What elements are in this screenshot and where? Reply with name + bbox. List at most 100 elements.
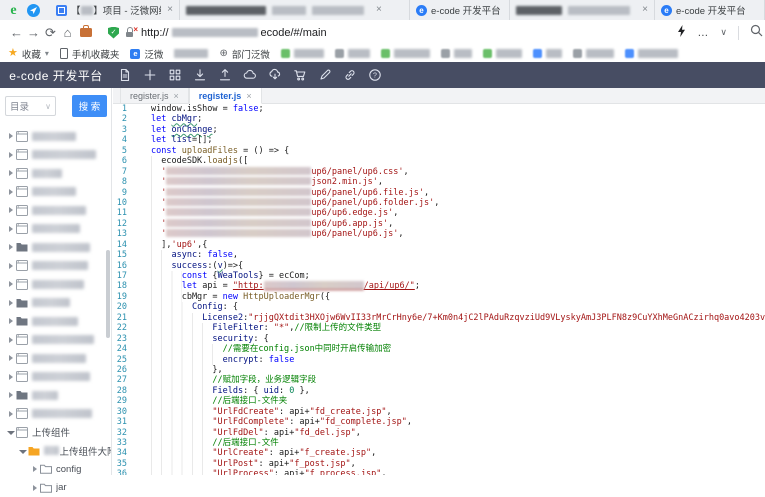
tree-item-named[interactable]: 上传组件大附件	[0, 442, 111, 461]
tree-item[interactable]	[0, 294, 111, 313]
code-line: 1window.isShow = false;	[113, 104, 765, 114]
tree-item[interactable]	[0, 386, 111, 405]
tree-item[interactable]	[0, 183, 111, 202]
help-icon[interactable]: ?	[368, 68, 382, 82]
import-icon[interactable]	[193, 68, 207, 82]
forward-icon[interactable]: →	[25, 21, 42, 45]
lightning-icon[interactable]	[677, 24, 686, 42]
directory-select[interactable]: 目录 ∨	[5, 96, 56, 116]
tree-item[interactable]	[0, 331, 111, 350]
code-area[interactable]: 1window.isShow = false;2let cbMgr;3let o…	[113, 104, 765, 475]
new-file-icon[interactable]	[118, 68, 132, 82]
bookmark-item[interactable]	[335, 49, 370, 58]
sidebar-scrollbar[interactable]	[106, 250, 110, 338]
code-token: "fd_create.jsp"	[310, 407, 387, 417]
cloud-icon[interactable]	[243, 68, 257, 82]
tab-close-icon[interactable]: ×	[376, 5, 382, 15]
tree-item[interactable]	[0, 275, 111, 294]
bookmark-item[interactable]	[174, 49, 208, 58]
chevron-collapsed-icon[interactable]	[6, 392, 15, 398]
chevron-expanded-icon[interactable]	[6, 429, 15, 435]
tree-item[interactable]	[0, 127, 111, 146]
cloud-download-icon[interactable]	[268, 68, 282, 82]
link-icon[interactable]	[343, 68, 357, 82]
chevron-collapsed-icon[interactable]	[6, 318, 15, 324]
code-line: 9 'up6/panel/up6.file.js',	[113, 188, 765, 198]
bookmark-item[interactable]	[533, 49, 562, 58]
tab-close-icon[interactable]: ×	[246, 91, 251, 101]
bookmark-item[interactable]: ⊕部门泛微	[219, 47, 269, 61]
search-button[interactable]: 搜 索	[72, 95, 107, 117]
shield-safe-icon[interactable]: ✓	[108, 27, 119, 39]
back-icon[interactable]: ←	[8, 21, 25, 45]
browser-assistant-icon[interactable]	[27, 4, 40, 17]
more-icon[interactable]: …	[697, 27, 709, 39]
export-icon[interactable]	[218, 68, 232, 82]
editor-tab[interactable]: register.js×	[189, 88, 262, 104]
browser-tab[interactable]: 【】项目 - 泛微网络×	[50, 0, 180, 20]
collapse-icon[interactable]: ∨	[720, 27, 727, 38]
chevron-collapsed-icon[interactable]	[6, 244, 15, 250]
browser-tab[interactable]: ee-code 开发平台	[655, 0, 765, 20]
bookmark-item[interactable]: e泛微	[130, 47, 163, 61]
chevron-collapsed-icon[interactable]	[6, 411, 15, 417]
tree-item[interactable]	[0, 405, 111, 424]
insecure-lock-icon[interactable]: ×	[125, 27, 135, 38]
chevron-collapsed-icon[interactable]	[6, 226, 15, 232]
tree-item[interactable]	[0, 201, 111, 220]
tree-item-config[interactable]: config	[0, 460, 111, 479]
chevron-collapsed-icon[interactable]	[6, 374, 15, 380]
bookmark-item[interactable]	[625, 49, 678, 58]
chevron-collapsed-icon[interactable]	[6, 133, 15, 139]
url-field[interactable]: http:// ecode/#/main	[141, 27, 677, 39]
chevron-collapsed-icon[interactable]	[6, 337, 15, 343]
code-line: 5const uploadFiles = () => {	[113, 146, 765, 156]
tree-item[interactable]	[0, 312, 111, 331]
code-text: //需要在config.json中同时开启传输加密	[151, 344, 391, 354]
chevron-collapsed-icon[interactable]	[30, 485, 39, 491]
reload-icon[interactable]: ⟳	[42, 21, 59, 45]
tree-item[interactable]	[0, 368, 111, 387]
bookmark-item[interactable]: 手机收藏夹	[60, 47, 120, 61]
bookmark-item[interactable]: ★收藏▾	[8, 47, 49, 61]
tab-close-icon[interactable]: ×	[642, 5, 648, 15]
tree-item[interactable]	[0, 349, 111, 368]
plus-icon[interactable]	[143, 68, 157, 82]
pen-icon[interactable]	[318, 68, 332, 82]
browser-tab[interactable]: ×	[180, 0, 410, 20]
chevron-collapsed-icon[interactable]	[6, 281, 15, 287]
browser-tab[interactable]: ×	[510, 0, 655, 20]
tree-item[interactable]	[0, 220, 111, 239]
chevron-collapsed-icon[interactable]	[6, 263, 15, 269]
tab-close-icon[interactable]: ×	[167, 5, 173, 15]
tree-item[interactable]	[0, 146, 111, 165]
chevron-collapsed-icon[interactable]	[6, 152, 15, 158]
bookmark-item[interactable]	[573, 49, 614, 58]
bookmark-item[interactable]	[381, 49, 430, 58]
bookmark-item[interactable]	[441, 49, 472, 58]
tree-item[interactable]	[0, 164, 111, 183]
tree-item-named[interactable]: 上传组件	[0, 423, 111, 442]
chevron-collapsed-icon[interactable]	[30, 466, 39, 472]
chevron-collapsed-icon[interactable]	[6, 355, 15, 361]
apps-grid-icon[interactable]	[168, 68, 182, 82]
redacted-text	[32, 187, 76, 196]
bookmark-item[interactable]	[281, 49, 324, 58]
cart-icon[interactable]	[293, 68, 307, 82]
tab-close-icon[interactable]: ×	[174, 91, 179, 101]
chevron-collapsed-icon[interactable]	[6, 300, 15, 306]
chevron-expanded-icon[interactable]	[18, 448, 27, 454]
chevron-collapsed-icon[interactable]	[6, 207, 15, 213]
tree-item-jar[interactable]: jar	[0, 479, 111, 497]
chevron-collapsed-icon[interactable]	[6, 189, 15, 195]
search-icon[interactable]	[750, 24, 763, 42]
editor-tab[interactable]: register.js×	[120, 88, 189, 103]
home-icon[interactable]: ⌂	[59, 21, 76, 45]
browser-logo-icon[interactable]: e	[6, 3, 21, 18]
tree-item[interactable]	[0, 257, 111, 276]
tree-item[interactable]	[0, 238, 111, 257]
bookmark-item[interactable]	[483, 49, 522, 58]
chevron-collapsed-icon[interactable]	[6, 170, 15, 176]
browser-tab[interactable]: ee-code 开发平台	[410, 0, 510, 20]
briefcase-icon[interactable]	[80, 28, 92, 37]
